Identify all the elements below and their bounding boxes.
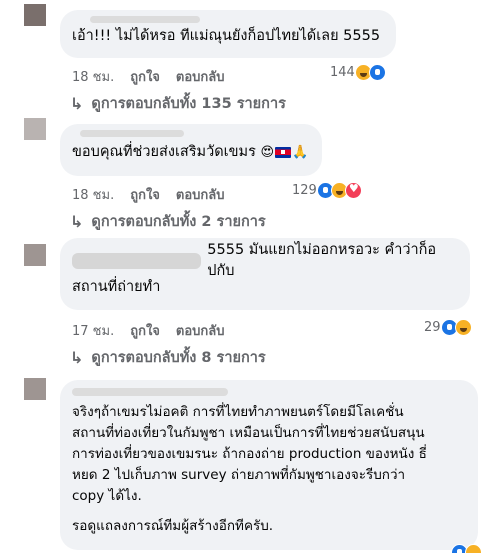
like-button[interactable]: ถูกใจ <box>130 184 160 205</box>
view-replies-link[interactable]: ↳ ดูการตอบกลับทั้ง 8 รายการ <box>70 346 266 369</box>
view-replies-link[interactable]: ↳ ดูการตอบกลับทั้ง 2 รายการ <box>70 210 266 233</box>
commenter-name-redacted[interactable] <box>72 388 228 396</box>
reaction-count: 144 <box>330 65 355 80</box>
avatar[interactable] <box>24 244 46 266</box>
comment-text-line-5: copy ได้ไง. <box>72 488 142 504</box>
reaction-count: 29 <box>424 320 441 335</box>
avatar[interactable] <box>24 118 46 140</box>
avatar[interactable] <box>24 4 46 26</box>
reaction-summary[interactable]: 29 <box>424 319 472 336</box>
cambodia-flag-icon <box>275 146 292 158</box>
haha-reaction-icon <box>465 544 482 553</box>
comment-time[interactable]: 18 ชม. <box>72 184 114 205</box>
comment-actions: 18 ชม. ถูกใจ ตอบกลับ <box>72 66 225 87</box>
comment-text-line-2: สถานที่ท่องเที่ยวในกัมพูชา เหมือนเป็นการ… <box>72 425 425 441</box>
like-reaction-icon <box>368 64 386 81</box>
comment-time[interactable]: 17 ชม. <box>72 320 114 341</box>
reaction-summary-partial[interactable] <box>451 544 482 553</box>
reply-arrow-icon: ↳ <box>70 94 84 113</box>
heart-eyes-emoji-icon: 😍 <box>260 145 275 160</box>
comment-actions: 18 ชม. ถูกใจ ตอบกลับ <box>72 184 225 205</box>
comment-bubble: 5555 มันแยกไม่ออกหรอวะ คำว่าก็อปกับ สถาน… <box>60 238 470 310</box>
reply-button[interactable]: ตอบกลับ <box>176 184 225 205</box>
commenter-name-redacted[interactable] <box>72 252 202 269</box>
view-replies-label: ดูการตอบกลับทั้ง 135 รายการ <box>91 96 286 112</box>
reply-arrow-icon: ↳ <box>70 348 84 367</box>
comment-text-line-1: 5555 มันแยกไม่ออกหรอวะ คำว่าก็อปกับ <box>207 241 437 279</box>
comment-text: ขอบคุณที่ช่วยส่งเสริมวัดเขมร <box>72 144 256 160</box>
comment-bubble: จริงๆถ้าเขมรไม่อคติ การที่ไทยทำภาพยนตร์โ… <box>60 380 478 550</box>
comment-text-line-4: หยด 2 ไปเก็บภาพ survey ถ่ายภาพที่กัมพูชา… <box>72 467 406 483</box>
commenter-name-redacted[interactable] <box>90 16 200 23</box>
reaction-summary[interactable]: 129 <box>292 182 362 199</box>
haha-reaction-icon <box>454 319 472 336</box>
view-replies-label: ดูการตอบกลับทั้ง 8 รายการ <box>91 350 266 366</box>
commenter-name-redacted[interactable] <box>80 130 184 137</box>
comment-bubble: เอ้า!!! ไม่ได้หรอ ทีแม่ณุนยังก็อปไทยได้เ… <box>60 10 396 58</box>
comment-bubble: ขอบคุณที่ช่วยส่งเสริมวัดเขมร 😍 🙏 <box>60 124 322 176</box>
reply-button[interactable]: ตอบกลับ <box>176 66 225 87</box>
reply-arrow-icon: ↳ <box>70 212 84 231</box>
comment-actions: 17 ชม. ถูกใจ ตอบกลับ <box>72 320 225 341</box>
view-replies-link[interactable]: ↳ ดูการตอบกลับทั้ง 135 รายการ <box>70 92 286 115</box>
comment-text-line-1: จริงๆถ้าเขมรไม่อคติ การที่ไทยทำภาพยนตร์โ… <box>72 404 404 420</box>
reaction-count: 129 <box>292 183 317 198</box>
praying-hands-emoji-icon: 🙏 <box>292 145 309 160</box>
reply-button[interactable]: ตอบกลับ <box>176 320 225 341</box>
comment-text-line-6: รอดูแถลงการณ์ทีมผู้สร้างอีกทีครับ. <box>72 518 274 534</box>
avatar[interactable] <box>24 378 46 400</box>
like-button[interactable]: ถูกใจ <box>130 66 160 87</box>
comment-text: เอ้า!!! ไม่ได้หรอ ทีแม่ณุนยังก็อปไทยได้เ… <box>72 28 381 44</box>
like-button[interactable]: ถูกใจ <box>130 320 160 341</box>
love-reaction-icon <box>344 182 362 199</box>
comment-text-line-3: การท่องเที่ยวของเขมรนะ ถ้ากองถ่าย produc… <box>72 446 427 462</box>
view-replies-label: ดูการตอบกลับทั้ง 2 รายการ <box>91 214 266 230</box>
reaction-summary[interactable]: 144 <box>330 64 386 81</box>
comment-time[interactable]: 18 ชม. <box>72 66 114 87</box>
